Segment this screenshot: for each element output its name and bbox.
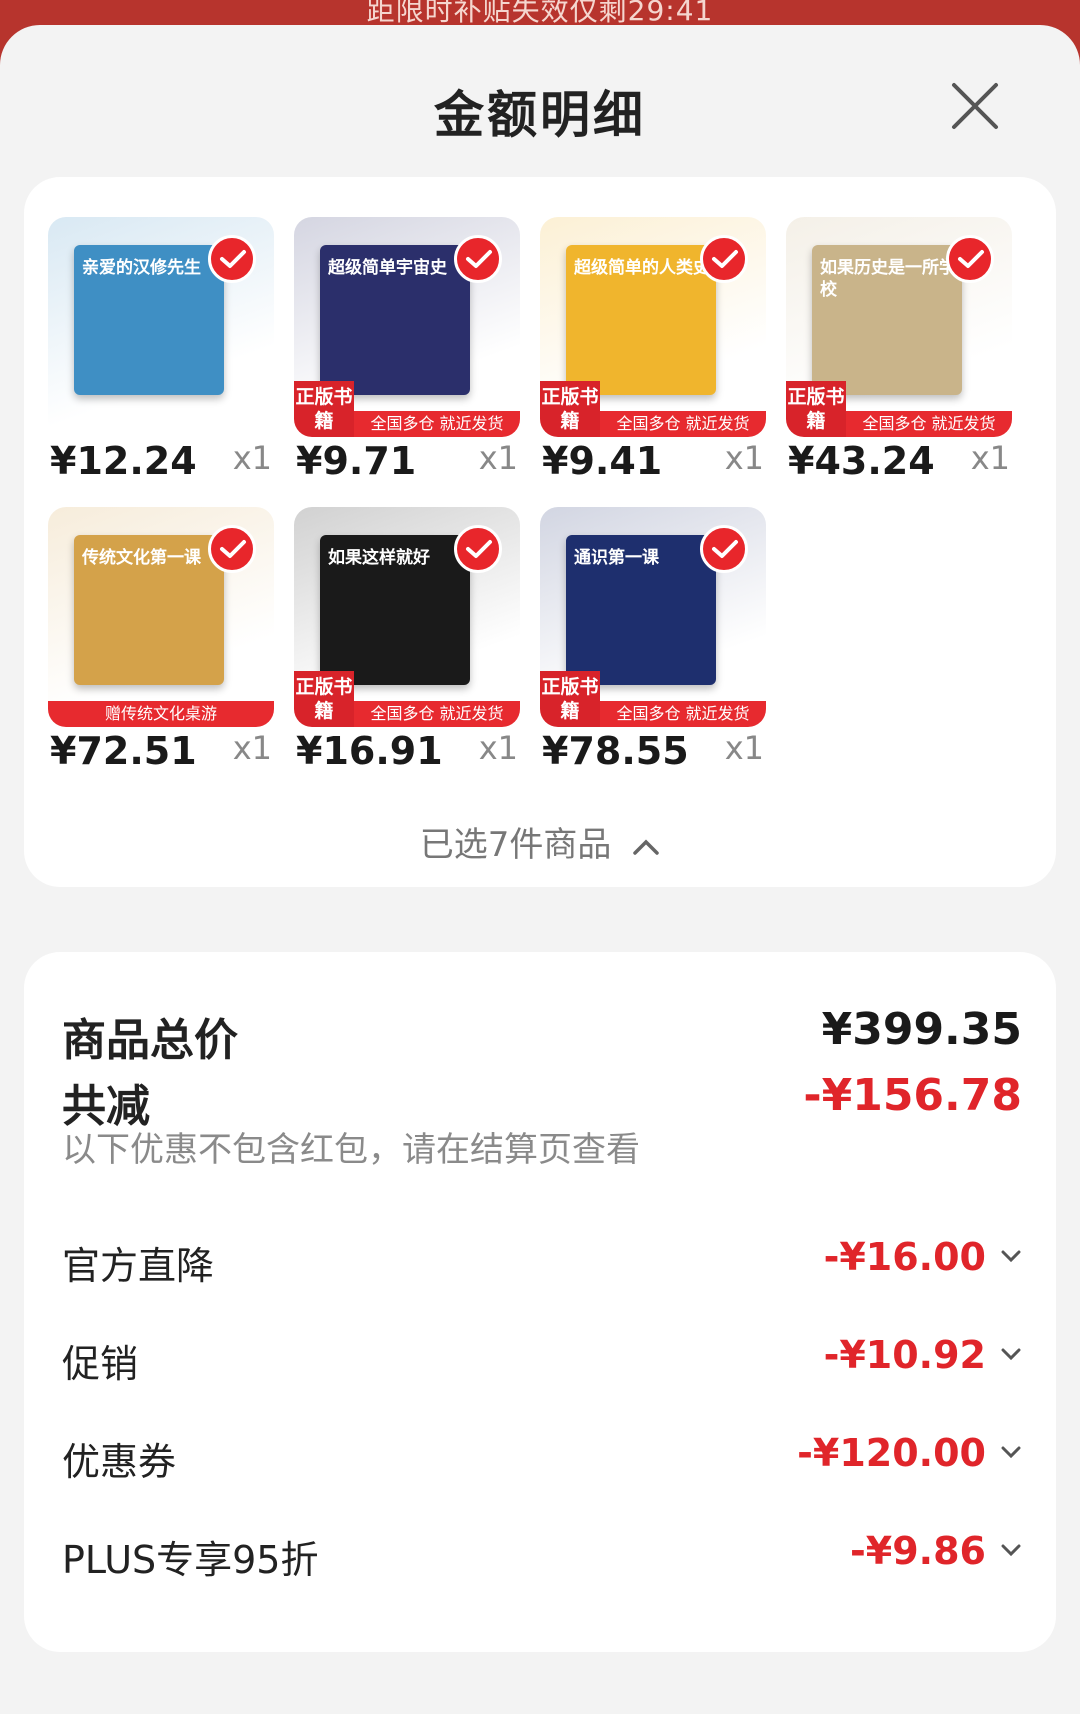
- product-quantity: x1: [724, 729, 764, 767]
- shipping-ribbon: 全国多仓 就近发货: [354, 701, 520, 727]
- product-price: ¥43.24: [788, 439, 935, 483]
- product-item[interactable]: 通识第一课 正版书籍 全国多仓 就近发货 ¥78.55 x1: [540, 507, 766, 777]
- discount-label: 官方直降: [62, 1244, 215, 1288]
- selected-checkbox[interactable]: [946, 235, 994, 283]
- product-item[interactable]: 如果这样就好 正版书籍 全国多仓 就近发货 ¥16.91 x1: [294, 507, 520, 777]
- selected-checkbox[interactable]: [208, 525, 256, 573]
- amount-detail-sheet: 金额明细 亲爱的汉修先生 ¥12.24 x1 超级简单宇宙史 正版书籍 全国多仓…: [0, 25, 1080, 1714]
- shipping-ribbon: 全国多仓 就近发货: [846, 411, 1012, 437]
- discount-value: -¥9.86: [850, 1529, 986, 1573]
- product-item[interactable]: 如果历史是一所学校 正版书籍 全国多仓 就近发货 ¥43.24 x1: [786, 217, 1012, 487]
- selected-count-label: 已选7件商品: [419, 825, 612, 865]
- product-quantity: x1: [478, 729, 518, 767]
- book-cover-title: 传统文化第一课: [82, 548, 201, 568]
- close-icon: [952, 83, 998, 129]
- discount-label: 优惠券: [62, 1440, 177, 1484]
- total-price-value: ¥399.35: [821, 1004, 1022, 1055]
- genuine-badge: 正版书籍: [294, 671, 354, 727]
- product-quantity: x1: [724, 439, 764, 477]
- selected-checkbox[interactable]: [700, 235, 748, 283]
- book-cover-title: 通识第一课: [574, 548, 659, 568]
- book-cover-title: 如果这样就好: [328, 548, 430, 568]
- chevron-down-icon: [1001, 1250, 1021, 1263]
- product-quantity: x1: [478, 439, 518, 477]
- checkmark-icon: [712, 250, 738, 268]
- genuine-badge: 正版书籍: [540, 671, 600, 727]
- product-price: ¥9.41: [542, 439, 663, 483]
- product-quantity: x1: [232, 439, 272, 477]
- product-price: ¥12.24: [50, 439, 197, 483]
- shipping-ribbon: 全国多仓 就近发货: [600, 411, 766, 437]
- product-price: ¥9.71: [296, 439, 417, 483]
- product-price: ¥72.51: [50, 729, 197, 773]
- product-price: ¥16.91: [296, 729, 443, 773]
- shipping-ribbon: 全国多仓 就近发货: [600, 701, 766, 727]
- product-price: ¥78.55: [542, 729, 689, 773]
- checkmark-icon: [712, 540, 738, 558]
- selected-toggle[interactable]: 已选7件商品: [24, 817, 1056, 866]
- total-price-label: 商品总价: [62, 1015, 238, 1066]
- discount-value: -¥120.00: [797, 1431, 986, 1475]
- product-quantity: x1: [232, 729, 272, 767]
- selected-checkbox[interactable]: [454, 525, 502, 573]
- chevron-down-icon: [1001, 1544, 1021, 1557]
- book-cover-title: 如果历史是一所学校: [820, 258, 956, 300]
- chevron-down-icon: [1001, 1348, 1021, 1361]
- checkmark-icon: [466, 250, 492, 268]
- book-cover-title: 超级简单的人类史: [574, 258, 710, 278]
- checkmark-icon: [220, 540, 246, 558]
- close-button[interactable]: [946, 77, 1004, 135]
- selected-checkbox[interactable]: [454, 235, 502, 283]
- discount-label: PLUS专享95折: [62, 1538, 319, 1582]
- shipping-ribbon: 全国多仓 就近发货: [354, 411, 520, 437]
- checkmark-icon: [958, 250, 984, 268]
- book-cover-title: 超级简单宇宙史: [328, 258, 447, 278]
- product-card: 亲爱的汉修先生 ¥12.24 x1 超级简单宇宙史 正版书籍 全国多仓 就近发货…: [24, 177, 1056, 887]
- genuine-badge: 正版书籍: [294, 381, 354, 437]
- genuine-badge: 正版书籍: [540, 381, 600, 437]
- genuine-badge: 正版书籍: [786, 381, 846, 437]
- chevron-down-icon: [1001, 1446, 1021, 1459]
- discount-value: -¥16.00: [823, 1235, 986, 1279]
- discount-value: -¥10.92: [823, 1333, 986, 1377]
- discount-label: 促销: [62, 1342, 139, 1386]
- discount-note: 以下优惠不包含红包，请在结算页查看: [62, 1130, 640, 1170]
- amount-card: 商品总价 ¥399.35 共减 -¥156.78 以下优惠不包含红包，请在结算页…: [24, 952, 1056, 1652]
- countdown-text: 距限时补贴失效仅剩29:41: [366, 0, 714, 27]
- page-title: 金额明细: [434, 86, 646, 144]
- checkmark-icon: [220, 250, 246, 268]
- shipping-ribbon: 赠传统文化桌游: [48, 701, 274, 727]
- book-cover-title: 亲爱的汉修先生: [82, 258, 201, 278]
- product-item[interactable]: 超级简单宇宙史 正版书籍 全国多仓 就近发货 ¥9.71 x1: [294, 217, 520, 487]
- selected-checkbox[interactable]: [700, 525, 748, 573]
- chevron-up-icon: [633, 839, 659, 855]
- selected-checkbox[interactable]: [208, 235, 256, 283]
- product-quantity: x1: [970, 439, 1010, 477]
- total-reduction-value: -¥156.78: [803, 1070, 1022, 1121]
- product-item[interactable]: 传统文化第一课 赠传统文化桌游 ¥72.51 x1: [48, 507, 274, 777]
- product-item[interactable]: 超级简单的人类史 正版书籍 全国多仓 就近发货 ¥9.41 x1: [540, 217, 766, 487]
- product-item[interactable]: 亲爱的汉修先生 ¥12.24 x1: [48, 217, 274, 487]
- checkmark-icon: [466, 540, 492, 558]
